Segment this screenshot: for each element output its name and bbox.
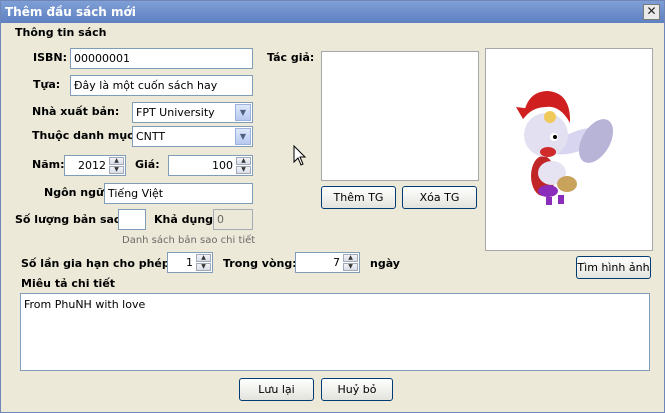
character-illustration-image (516, 91, 614, 205)
title-input[interactable]: Đây là một cuốn sách hay (70, 75, 253, 96)
category-label: Thuộc danh mục: (32, 129, 139, 142)
year-spin-buttons[interactable]: ▲ ▼ (109, 157, 124, 174)
price-value: 100 (212, 159, 233, 172)
dialog-window: Thêm đầu sách mới ✕ Thông tin sách ISBN:… (0, 0, 665, 413)
language-input[interactable]: Tiếng Việt (104, 183, 253, 204)
price-spinner[interactable]: 100 ▲ ▼ (168, 155, 253, 176)
mouse-cursor-icon (293, 145, 307, 166)
description-label: Miêu tả chi tiết (21, 277, 116, 290)
remove-author-button[interactable]: Xóa TG (402, 186, 477, 209)
copies-label: Số lượng bản sao: (15, 213, 126, 226)
title-bar: Thêm đầu sách mới ✕ (1, 1, 664, 23)
description-textarea[interactable]: From PhuNH with love (20, 293, 650, 371)
isbn-input[interactable]: 00000001 (70, 48, 253, 69)
authors-label: Tác giả: (267, 51, 315, 64)
publisher-dropdown-icon[interactable]: ▼ (235, 104, 251, 121)
available-label: Khả dụng: (154, 213, 218, 226)
find-image-button[interactable]: Tìm hình ảnh (576, 256, 651, 279)
within-spinner[interactable]: 7 ▲ ▼ (295, 252, 360, 273)
available-input: 0 (213, 209, 253, 230)
publisher-value: FPT University (136, 106, 215, 119)
renewals-spinner[interactable]: 1 ▲ ▼ (167, 252, 213, 273)
price-spin-buttons[interactable]: ▲ ▼ (236, 157, 251, 174)
within-spin-buttons[interactable]: ▲ ▼ (343, 254, 358, 271)
publisher-select[interactable]: FPT University ▼ (132, 102, 253, 123)
within-value: 7 (333, 256, 340, 269)
renewals-spin-buttons[interactable]: ▲ ▼ (196, 254, 211, 271)
close-button[interactable]: ✕ (643, 4, 660, 20)
renewals-label: Số lần gia hạn cho phép: (21, 257, 175, 270)
year-label: Năm: (32, 158, 65, 171)
title-label: Tựa: (33, 78, 61, 91)
add-author-button[interactable]: Thêm TG (321, 186, 396, 209)
within-unit: ngày (370, 257, 400, 270)
category-select[interactable]: CNTT ▼ (132, 126, 253, 147)
authors-list[interactable] (321, 51, 479, 181)
renewals-value: 1 (186, 256, 193, 269)
price-label: Giá: (135, 158, 160, 171)
within-label: Trong vòng: (223, 257, 297, 270)
isbn-label: ISBN: (33, 51, 68, 64)
section-title: Thông tin sách (15, 26, 107, 39)
copies-input[interactable] (118, 209, 146, 230)
year-spinner[interactable]: 2012 ▲ ▼ (64, 155, 126, 176)
copies-detail-link[interactable]: Danh sách bản sao chi tiết (122, 235, 255, 246)
save-button[interactable]: Lưu lại (239, 378, 314, 401)
language-label: Ngôn ngữ (44, 186, 104, 199)
year-value: 2012 (78, 159, 106, 172)
window-title: Thêm đầu sách mới (5, 5, 136, 19)
book-image-panel (485, 48, 653, 251)
publisher-label: Nhà xuất bản: (32, 105, 120, 118)
category-dropdown-icon[interactable]: ▼ (235, 128, 251, 145)
cancel-button[interactable]: Huỷ bỏ (321, 378, 393, 401)
category-value: CNTT (136, 130, 166, 143)
